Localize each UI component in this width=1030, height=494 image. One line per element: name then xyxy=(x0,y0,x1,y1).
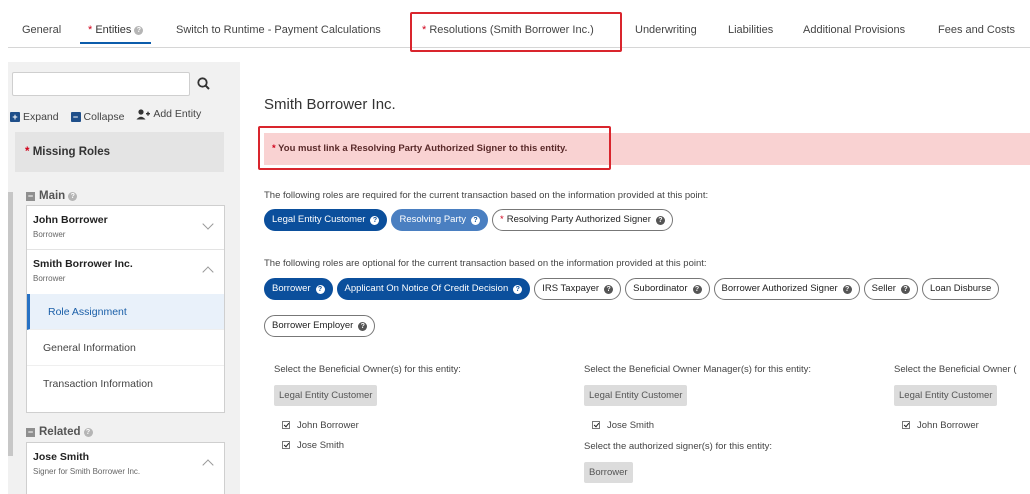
help-icon: ? xyxy=(68,191,78,201)
role-tag-legal-entity-customer: Legal Entity Customer xyxy=(584,385,688,406)
tab-general[interactable]: General xyxy=(22,8,61,48)
help-icon: ? xyxy=(900,284,910,294)
optional-roles-list: Borrower? Applicant On Notice Of Credit … xyxy=(264,278,1030,300)
beneficial-owner-label-3: Select the Beneficial Owner ( xyxy=(894,364,1017,375)
help-icon: ? xyxy=(358,321,368,331)
collapse-icon: − xyxy=(26,426,35,437)
entity-item-john-borrower[interactable]: John Borrower Borrower xyxy=(27,206,224,250)
highlight-box-alert xyxy=(258,126,611,170)
tab-additional-provisions[interactable]: Additional Provisions xyxy=(803,8,905,48)
highlight-box-resolutions-tab xyxy=(410,12,622,52)
optional-roles-description: The following roles are optional for the… xyxy=(264,258,707,269)
help-icon: ? xyxy=(471,215,480,225)
entity-sidebar: + Expand − Collapse Add Entity * Missing R… xyxy=(8,62,240,494)
collapse-icon: − xyxy=(26,190,35,201)
beneficial-owner-label: Select the Beneficial Owner(s) for this … xyxy=(274,364,461,375)
checkbox-checked-icon xyxy=(902,421,910,429)
role-chip-seller[interactable]: Seller? xyxy=(863,278,918,300)
checkbox-checked-icon xyxy=(282,441,290,449)
related-entity-group: Jose Smith Signer for Smith Borrower Inc… xyxy=(26,442,225,494)
entity-item-smith-borrower[interactable]: Smith Borrower Inc. Borrower xyxy=(27,250,224,294)
role-chip-resolving-party-authorized-signer[interactable]: * Resolving Party Authorized Signer? xyxy=(492,209,673,231)
beneficial-owner-column-3: Select the Beneficial Owner ( Legal Enti… xyxy=(894,364,1030,435)
help-icon: ? xyxy=(83,427,93,437)
related-section-header[interactable]: − Related? xyxy=(26,426,93,438)
role-chip-borrower-employer[interactable]: Borrower Employer? xyxy=(264,315,376,337)
role-chip-borrower[interactable]: Borrower? xyxy=(264,278,333,300)
tab-underwriting[interactable]: Underwriting xyxy=(635,8,697,48)
required-roles-list: Legal Entity Customer? Resolving Party? … xyxy=(264,209,677,231)
beneficial-owner-manager-label: Select the Beneficial Owner Manager(s) f… xyxy=(584,364,812,375)
subnav-role-assignment[interactable]: Role Assignment xyxy=(27,294,224,330)
tab-switch-runtime[interactable]: Switch to Runtime - Payment Calculations xyxy=(176,8,381,48)
add-entity-button[interactable]: Add Entity xyxy=(136,108,201,120)
checkbox-john-borrower[interactable]: John Borrower xyxy=(282,415,461,435)
help-icon: ? xyxy=(604,284,614,294)
help-icon: ? xyxy=(370,215,380,225)
minus-square-icon: − xyxy=(70,111,81,122)
help-icon: ? xyxy=(655,215,665,225)
role-chip-loan-disburse[interactable]: Loan Disburse xyxy=(921,278,1000,300)
role-chip-borrower-authorized-signer[interactable]: Borrower Authorized Signer? xyxy=(713,278,860,300)
subnav-transaction-information[interactable]: Transaction Information xyxy=(27,366,224,402)
optional-roles-list-row2: Borrower Employer? xyxy=(264,315,379,337)
checkbox-john-borrower[interactable]: John Borrower xyxy=(902,415,1030,435)
main-entity-group: John Borrower Borrower Smith Borrower In… xyxy=(26,205,225,413)
entity-title: Smith Borrower Inc. xyxy=(264,96,396,113)
add-user-icon xyxy=(136,108,151,119)
search-icon xyxy=(197,77,210,90)
expand-button[interactable]: + Expand xyxy=(10,111,59,123)
subnav-general-information[interactable]: General Information xyxy=(27,330,224,366)
required-roles-description: The following roles are required for the… xyxy=(264,190,709,201)
tab-entities[interactable]: * Entities? xyxy=(79,8,152,48)
role-chip-resolving-party[interactable]: Resolving Party? xyxy=(391,209,488,231)
help-icon: ? xyxy=(842,284,852,294)
entity-item-jose-smith[interactable]: Jose Smith Signer for Smith Borrower Inc… xyxy=(27,443,224,487)
search-button[interactable] xyxy=(194,74,214,94)
role-chip-legal-entity-customer[interactable]: Legal Entity Customer? xyxy=(264,209,388,231)
checkbox-checked-icon xyxy=(592,421,600,429)
beneficial-owner-manager-column: Select the Beneficial Owner Manager(s) f… xyxy=(584,364,811,483)
tab-fees-costs[interactable]: Fees and Costs xyxy=(938,8,1015,48)
checkbox-jose-smith[interactable]: Jose Smith xyxy=(592,415,811,435)
help-icon: ? xyxy=(134,26,144,35)
checkbox-checked-icon xyxy=(282,421,290,429)
role-tag-legal-entity-customer: Legal Entity Customer xyxy=(894,385,998,406)
beneficial-owner-column: Select the Beneficial Owner(s) for this … xyxy=(274,364,461,455)
help-icon: ? xyxy=(315,284,325,294)
role-tag-borrower: Borrower xyxy=(584,462,633,483)
role-chip-irs-taxpayer[interactable]: IRS Taxpayer? xyxy=(534,278,622,300)
checkbox-jose-smith[interactable]: Jose Smith xyxy=(282,435,461,455)
role-chip-subordinator[interactable]: Subordinator? xyxy=(625,278,710,300)
role-chip-applicant-notice[interactable]: Applicant On Notice Of Credit Decision? xyxy=(336,278,531,300)
missing-roles-section[interactable]: * Missing Roles xyxy=(15,132,224,172)
entity-search-input[interactable] xyxy=(12,72,190,96)
help-icon: ? xyxy=(692,284,702,294)
help-icon: ? xyxy=(513,284,523,294)
plus-square-icon: + xyxy=(10,111,20,122)
collapse-button[interactable]: − Collapse xyxy=(70,111,124,123)
role-tag-legal-entity-customer: Legal Entity Customer xyxy=(274,385,378,406)
sidebar-scrollbar[interactable] xyxy=(8,192,13,456)
main-section-header[interactable]: − Main? xyxy=(26,190,78,202)
authorized-signer-label: Select the authorized signer(s) for this… xyxy=(584,441,772,452)
tree-actions: + Expand − Collapse Add Entity xyxy=(10,108,210,123)
tab-liabilities[interactable]: Liabilities xyxy=(728,8,773,48)
